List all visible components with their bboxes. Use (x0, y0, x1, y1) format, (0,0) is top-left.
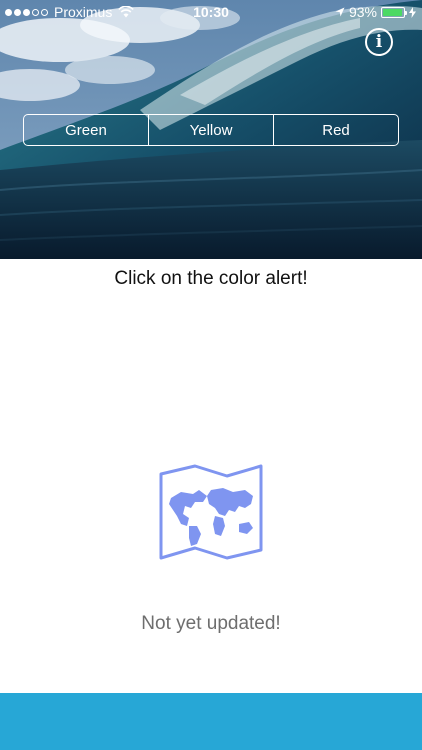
world-map-icon (159, 464, 263, 560)
segment-yellow[interactable]: Yellow (149, 115, 274, 145)
battery-icon (381, 6, 407, 18)
location-arrow-icon (335, 7, 345, 17)
segment-red[interactable]: Red (274, 115, 398, 145)
info-icon: i (375, 32, 383, 52)
info-button[interactable]: i (365, 28, 393, 56)
instruction-text: Click on the color alert! (114, 268, 308, 289)
status-bar: Proximus 10:30 93% (0, 0, 422, 24)
update-status-text: Not yet updated! (141, 613, 281, 634)
status-right: 93% (335, 4, 416, 20)
battery-percentage: 93% (348, 4, 377, 20)
charging-bolt-icon (409, 6, 416, 18)
segment-green[interactable]: Green (24, 115, 149, 145)
battery-level (383, 8, 402, 16)
bottom-accent-bar (0, 693, 422, 750)
color-alert-segmented-control: Green Yellow Red (23, 114, 399, 146)
